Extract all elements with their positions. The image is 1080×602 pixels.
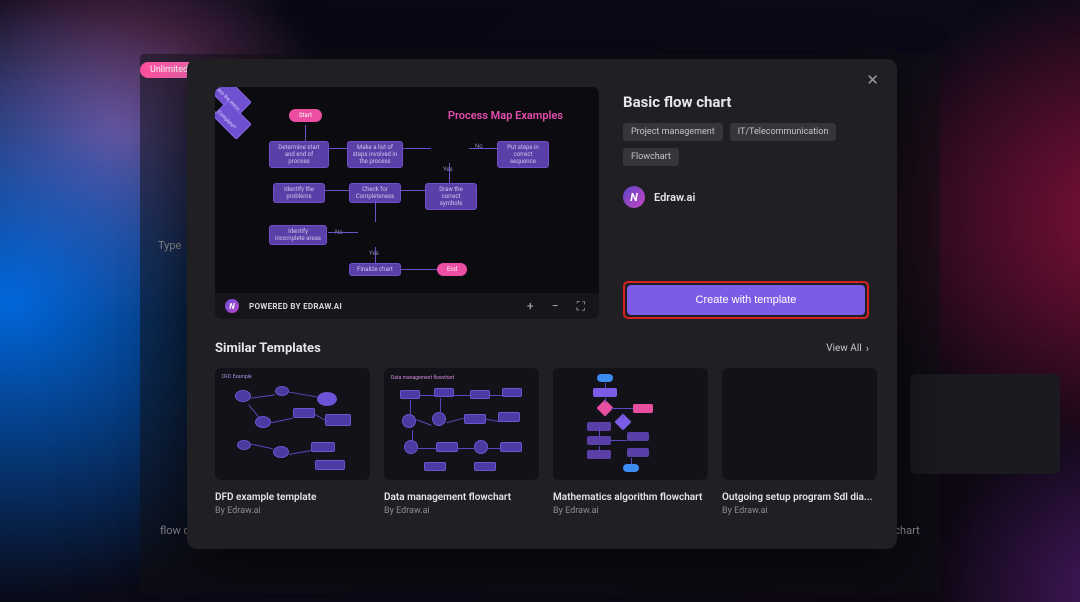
preview-canvas[interactable]: Process Map Examples Start Determine sta… (215, 87, 599, 294)
similar-card-dfd[interactable]: DFD Example DFD example template (215, 368, 370, 516)
preview-heading: Process Map Examples (448, 109, 563, 122)
close-icon[interactable]: ✕ (866, 73, 879, 88)
card-title: Mathematics algorithm flowchart (553, 492, 708, 503)
expand-icon[interactable]: ⛶ (573, 298, 589, 314)
similar-card-outgoing[interactable]: Outgoing setup program Sdl dia... By Edr… (722, 368, 877, 516)
tag-it-telecom[interactable]: IT/Telecommunication (730, 123, 837, 141)
tag-row: Project management IT/Telecommunication … (623, 123, 869, 166)
powered-by-label: POWERED BY EDRAW.AI (249, 302, 342, 311)
flow-end: End (437, 263, 467, 276)
flow-node: Make a list of steps involved in the pro… (347, 141, 403, 168)
author-row[interactable]: N Edraw.ai (623, 186, 869, 208)
flow-node: Identify incomplete areas (269, 225, 327, 245)
card-author: By Edraw.ai (553, 506, 708, 516)
card-author: By Edraw.ai (384, 506, 539, 516)
card-author: By Edraw.ai (215, 506, 370, 516)
flow-node: Identify the problems (273, 183, 325, 203)
template-title: Basic flow chart (623, 93, 869, 111)
card-title: DFD example template (215, 492, 370, 503)
card-thumb (722, 368, 877, 480)
preview-toolbar: N POWERED BY EDRAW.AI + − ⛶ (215, 293, 599, 319)
flow-label: Yes (369, 250, 379, 257)
template-preview: Process Map Examples Start Determine sta… (215, 87, 599, 319)
zoom-out-icon[interactable]: − (548, 298, 563, 314)
card-title: Outgoing setup program Sdl dia... (722, 492, 877, 503)
card-thumb: Data management flowchart (384, 368, 539, 480)
bg-label: Type (158, 239, 181, 252)
tag-flowchart[interactable]: Flowchart (623, 148, 679, 166)
card-thumb: DFD Example (215, 368, 370, 480)
flow-node: Draw the correct symbols (425, 183, 477, 210)
create-with-template-button[interactable]: Create with template (627, 285, 865, 315)
chevron-right-icon: › (866, 342, 869, 355)
similar-cards-row: DFD Example DFD example template (215, 368, 869, 516)
zoom-in-icon[interactable]: + (523, 298, 538, 314)
template-modal: ✕ Process Map Examples Start Determine s… (187, 59, 897, 549)
edraw-logo-icon: N (225, 299, 239, 313)
flow-start: Start (289, 109, 322, 122)
tag-project-management[interactable]: Project management (623, 123, 723, 141)
cta-highlight: Create with template (623, 281, 869, 319)
flow-node: Put steps in correct sequence (497, 141, 549, 168)
author-name: Edraw.ai (654, 191, 695, 204)
view-all-link[interactable]: View All › (826, 342, 869, 355)
similar-templates-heading: Similar Templates (215, 341, 321, 356)
flow-node: Determine start and end of process (269, 141, 329, 168)
similar-card-data-mgmt[interactable]: Data management flowchart (384, 368, 539, 516)
flow-node: Finalize chart (349, 263, 401, 276)
bg-card (910, 374, 1060, 474)
flow-label: Yes (443, 166, 453, 173)
author-logo-icon: N (623, 186, 645, 208)
similar-card-math[interactable]: Mathematics algorithm flowchart By Edraw… (553, 368, 708, 516)
view-all-label: View All (826, 343, 861, 354)
card-thumb (553, 368, 708, 480)
card-title: Data management flowchart (384, 492, 539, 503)
card-author: By Edraw.ai (722, 506, 877, 516)
